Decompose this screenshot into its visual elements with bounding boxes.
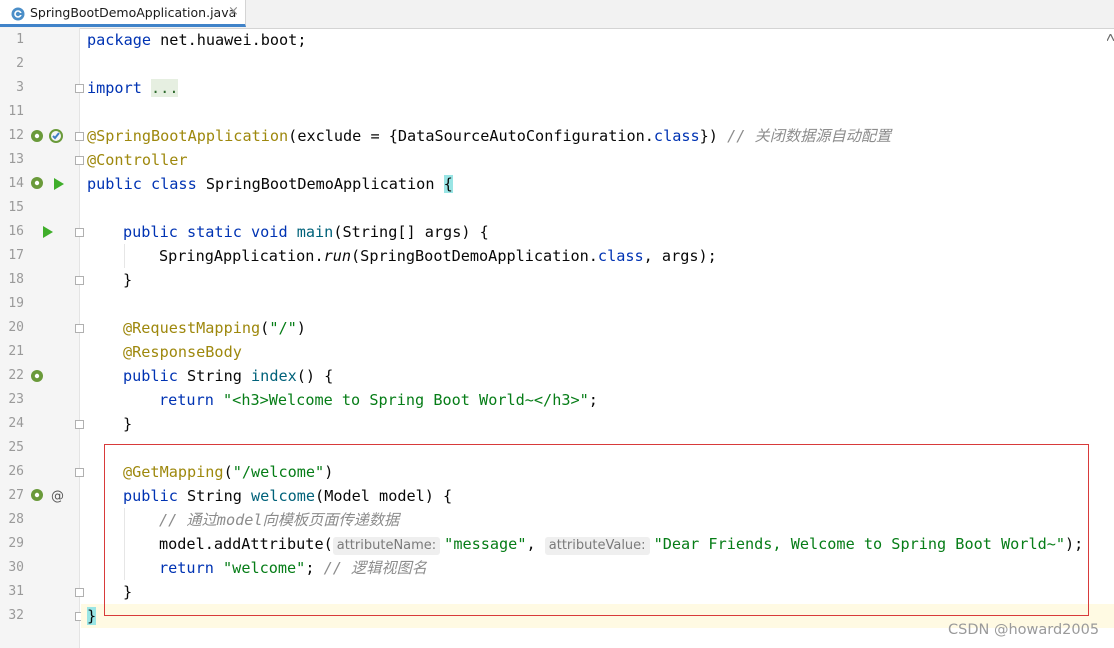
line-number: 15 <box>8 200 24 215</box>
close-icon[interactable]: × <box>228 4 239 19</box>
spring-config-icon[interactable] <box>48 128 64 144</box>
highlight-box <box>104 444 1089 616</box>
line-number: 13 <box>8 152 24 167</box>
fold-marker[interactable] <box>75 276 84 285</box>
code-line-22: public String index() { <box>123 367 334 385</box>
spring-bean-icon[interactable] <box>30 368 46 384</box>
line-number: 32 <box>8 608 24 623</box>
line-number: 12 <box>8 128 24 143</box>
line-number: 14 <box>8 176 24 191</box>
fold-marker[interactable] <box>75 420 84 429</box>
fold-marker[interactable] <box>75 156 84 165</box>
code-line-21: @ResponseBody <box>123 343 242 361</box>
editor-gutter: 1 2 3 11 12 13 14 15 16 17 18 19 20 21 22 23 24 25 26 27 28 2… <box>0 28 84 648</box>
fold-marker[interactable] <box>75 468 84 477</box>
spring-bean-icon[interactable] <box>30 175 46 191</box>
line-number: 27 <box>8 488 24 503</box>
spring-bean-icon[interactable] <box>30 487 46 503</box>
watermark: CSDN @howard2005 <box>948 622 1100 638</box>
code-line-20: @RequestMapping("/") <box>123 319 306 337</box>
line-number: 16 <box>8 224 24 239</box>
code-line-23: return "<h3>Welcome to Spring Boot World… <box>159 391 598 409</box>
svg-text:@: @ <box>51 489 64 503</box>
code-line-3: import ... <box>87 79 179 97</box>
line-number: 11 <box>8 104 24 119</box>
code-line-24: } <box>123 415 133 433</box>
editor-tab[interactable]: SpringBootDemoApplication.java × <box>0 0 246 27</box>
code-line-13: @Controller <box>87 151 188 169</box>
scroll-marker-icon[interactable] <box>1107 34 1114 41</box>
folded-imports[interactable]: ... <box>151 79 179 97</box>
request-mapping-icon[interactable]: @ <box>50 487 66 503</box>
fold-marker[interactable] <box>75 228 84 237</box>
fold-marker[interactable] <box>75 588 84 597</box>
line-number: 31 <box>8 584 24 599</box>
code-line-17: SpringApplication.run(SpringBootDemoAppl… <box>159 247 717 265</box>
line-number: 22 <box>8 368 24 383</box>
fold-marker[interactable] <box>75 324 84 333</box>
editor-tab-bar: SpringBootDemoApplication.java × <box>0 0 1114 29</box>
spring-bean-icon[interactable] <box>30 128 46 144</box>
line-number: 28 <box>8 512 24 527</box>
line-number: 2 <box>16 56 24 71</box>
run-gutter-icon[interactable] <box>40 224 56 240</box>
java-class-icon <box>11 7 25 21</box>
fold-marker[interactable] <box>75 132 84 141</box>
line-number: 21 <box>8 344 24 359</box>
code-line-1: package net.huawei.boot; <box>87 31 307 49</box>
line-number: 24 <box>8 416 24 431</box>
line-number: 17 <box>8 248 24 263</box>
line-number: 1 <box>16 32 24 47</box>
line-number: 19 <box>8 296 24 311</box>
line-number: 30 <box>8 560 24 575</box>
line-number: 23 <box>8 392 24 407</box>
line-number: 18 <box>8 272 24 287</box>
code-line-16: public static void main(String[] args) { <box>123 223 489 241</box>
tab-title: SpringBootDemoApplication.java <box>30 5 237 20</box>
line-number: 20 <box>8 320 24 335</box>
code-line-14: public class SpringBootDemoApplication { <box>87 175 453 193</box>
code-line-18: } <box>123 271 133 289</box>
line-number: 29 <box>8 536 24 551</box>
run-gutter-icon[interactable] <box>51 176 67 192</box>
line-number: 25 <box>8 440 24 455</box>
indent-guide <box>124 244 125 268</box>
line-number: 3 <box>16 80 24 95</box>
fold-marker[interactable] <box>75 84 84 93</box>
line-number: 26 <box>8 464 24 479</box>
code-line-12: @SpringBootApplication(exclude = {DataSo… <box>87 127 892 145</box>
code-line-32: } <box>87 607 97 625</box>
